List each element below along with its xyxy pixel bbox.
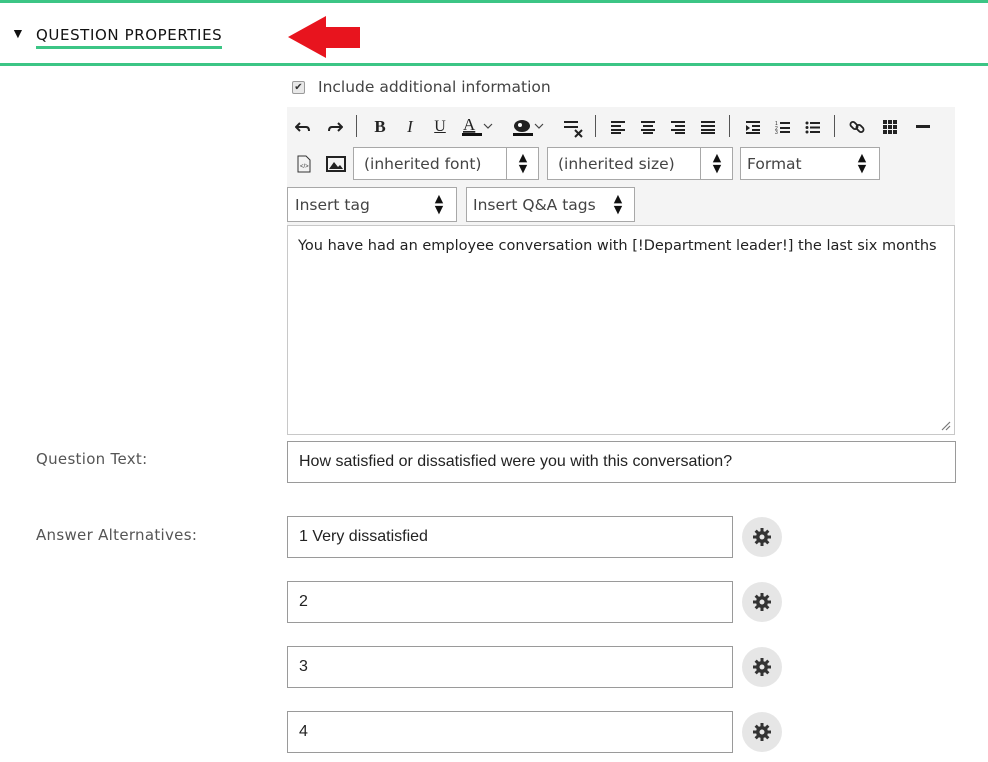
insert-qa-tags-select[interactable]: Insert Q&A tags ▲ ▼: [466, 187, 635, 222]
answer-input-3[interactable]: [287, 646, 733, 688]
answer-settings-button-3[interactable]: [742, 647, 782, 687]
align-left-icon[interactable]: [605, 114, 631, 140]
toolbar-separator: [834, 115, 835, 137]
select-arrows-icon: ▲ ▼: [857, 151, 867, 175]
toolbar-separator: [595, 115, 596, 137]
svg-text:A: A: [463, 116, 476, 134]
question-text-label: Question Text:: [36, 450, 148, 468]
select-arrows-icon: ▲ ▼: [434, 192, 444, 216]
italic-icon[interactable]: I: [397, 114, 423, 140]
redo-icon[interactable]: [322, 114, 348, 140]
include-additional-info-label: Include additional information: [318, 78, 551, 96]
section-title[interactable]: QUESTION PROPERTIES: [36, 26, 223, 49]
underline-icon[interactable]: U: [427, 114, 453, 140]
remove-format-icon[interactable]: [560, 114, 586, 140]
resize-handle-icon[interactable]: [939, 419, 951, 431]
toolbar-separator: [729, 115, 730, 137]
gear-icon: [753, 723, 771, 741]
background-color-icon[interactable]: [510, 114, 546, 140]
bold-icon[interactable]: B: [367, 114, 393, 140]
table-icon[interactable]: [877, 114, 903, 140]
red-arrow-annotation-icon: [288, 16, 360, 58]
svg-text:3: 3: [775, 130, 778, 134]
include-additional-info-checkbox[interactable]: ✔: [292, 81, 305, 94]
font-size-select[interactable]: (inherited size) ▲ ▼: [547, 147, 733, 180]
align-right-icon[interactable]: [665, 114, 691, 140]
question-text-input[interactable]: [287, 441, 956, 483]
select-arrows-icon: ▲ ▼: [518, 151, 528, 175]
numbered-list-icon[interactable]: 123: [770, 114, 796, 140]
toolbar-separator: [356, 115, 357, 137]
additional-info-editor[interactable]: You have had an employee conversation wi…: [287, 225, 955, 435]
section-header[interactable]: ▼ QUESTION PROPERTIES: [0, 0, 988, 66]
answer-settings-button-1[interactable]: [742, 517, 782, 557]
format-select[interactable]: Format ▲ ▼: [740, 147, 880, 180]
link-icon[interactable]: [844, 114, 870, 140]
align-center-icon[interactable]: [635, 114, 661, 140]
text-color-icon[interactable]: A: [459, 114, 495, 140]
answer-input-2[interactable]: [287, 581, 733, 623]
select-arrows-icon: ▲ ▼: [712, 151, 722, 175]
answer-alternatives-label: Answer Alternatives:: [36, 526, 198, 544]
editor-toolbar: B I U A 123 </> (inherited font) ▲ ▼ (in…: [287, 107, 955, 225]
gear-icon: [753, 528, 771, 546]
editor-content[interactable]: You have had an employee conversation wi…: [298, 237, 938, 255]
insert-tag-select[interactable]: Insert tag ▲ ▼: [287, 187, 457, 222]
indent-icon[interactable]: [740, 114, 766, 140]
collapse-caret-icon[interactable]: ▼: [11, 25, 25, 41]
select-arrows-icon: ▲ ▼: [613, 192, 623, 216]
align-justify-icon[interactable]: [695, 114, 721, 140]
horizontal-rule-icon[interactable]: [910, 114, 936, 140]
source-code-icon[interactable]: </>: [291, 151, 317, 177]
answer-settings-button-4[interactable]: [742, 712, 782, 752]
answer-settings-button-2[interactable]: [742, 582, 782, 622]
answer-input-4[interactable]: [287, 711, 733, 753]
answer-input-1[interactable]: [287, 516, 733, 558]
svg-text:</>: </>: [300, 164, 309, 170]
bulleted-list-icon[interactable]: [800, 114, 826, 140]
image-icon[interactable]: [323, 151, 349, 177]
gear-icon: [753, 658, 771, 676]
gear-icon: [753, 593, 771, 611]
font-family-select[interactable]: (inherited font) ▲ ▼: [353, 147, 539, 180]
undo-icon[interactable]: [290, 114, 316, 140]
